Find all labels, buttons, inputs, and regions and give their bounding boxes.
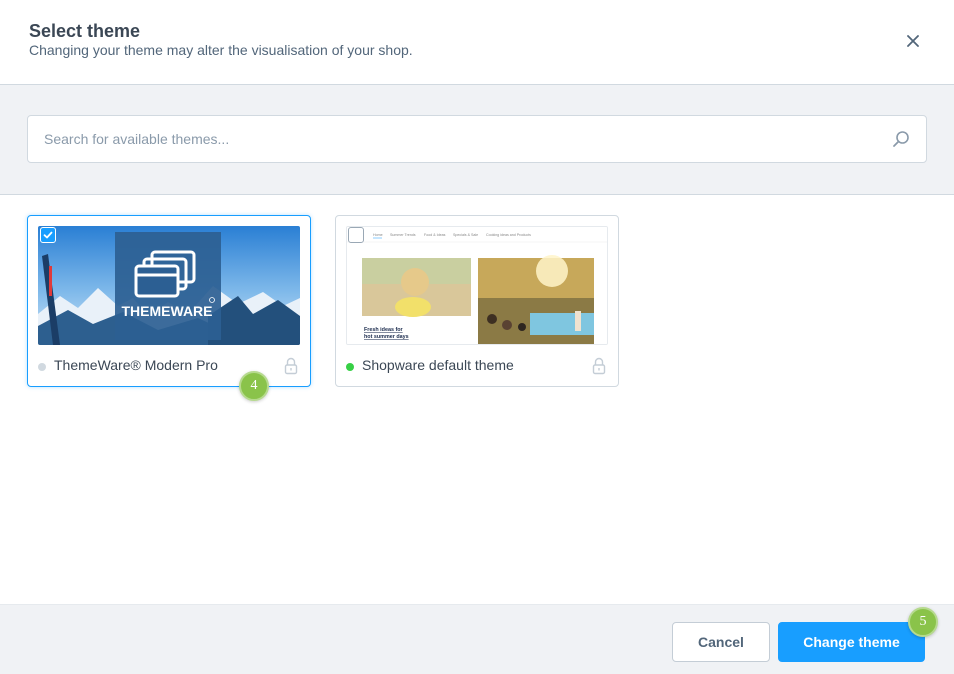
modal-subtitle: Changing your theme may alter the visual… bbox=[29, 42, 413, 58]
theme-card-shopware-default[interactable]: Home Summer Trends Food & Ideas Specials… bbox=[335, 215, 619, 387]
preview-nav-item: Food & Ideas bbox=[424, 233, 446, 237]
theme-card-themeware[interactable]: THEMEWARE ThemeWare® Modern Pro bbox=[27, 215, 311, 387]
theme-select-checkbox[interactable] bbox=[348, 227, 364, 243]
theme-name: Shopware default theme bbox=[362, 357, 514, 373]
lock-icon bbox=[284, 357, 298, 375]
close-icon bbox=[907, 35, 919, 47]
theme-name: ThemeWare® Modern Pro bbox=[54, 357, 218, 373]
check-icon bbox=[43, 231, 53, 239]
search-icon[interactable] bbox=[892, 130, 910, 148]
theme-select-checkbox[interactable] bbox=[40, 227, 56, 243]
lock-icon bbox=[592, 357, 606, 375]
search-input[interactable] bbox=[28, 116, 878, 162]
close-button[interactable] bbox=[900, 28, 926, 54]
preview-nav-item: Specials & Sale bbox=[453, 233, 478, 237]
theme-preview-image: Home Summer Trends Food & Ideas Specials… bbox=[346, 226, 608, 345]
preview-caption: hot summer days bbox=[364, 334, 409, 340]
modal-header: Select theme Changing your theme may alt… bbox=[0, 0, 954, 85]
modal-footer: Cancel Change theme 5 bbox=[0, 604, 954, 674]
theme-grid: THEMEWARE ThemeWare® Modern Pro Home Sum… bbox=[0, 196, 954, 604]
theme-meta: Shopware default theme bbox=[346, 356, 608, 376]
preview-logo-text: THEMEWARE bbox=[122, 303, 213, 319]
search-toolbar bbox=[0, 85, 954, 195]
step-badge: 4 bbox=[239, 371, 269, 401]
step-badge: 5 bbox=[908, 607, 938, 637]
modal-title: Select theme bbox=[29, 21, 141, 41]
preview-nav-item: Home bbox=[373, 233, 383, 237]
search-field bbox=[27, 115, 927, 163]
preview-nav-item: Cooking ideas and Products bbox=[486, 233, 531, 237]
preview-nav-item: Summer Trends bbox=[390, 233, 416, 237]
change-theme-button[interactable]: Change theme bbox=[778, 622, 925, 662]
status-dot bbox=[38, 363, 46, 371]
cancel-button[interactable]: Cancel bbox=[672, 622, 770, 662]
status-dot bbox=[346, 363, 354, 371]
theme-preview-image: THEMEWARE bbox=[38, 226, 300, 345]
preview-caption: Fresh ideas for bbox=[364, 327, 404, 333]
